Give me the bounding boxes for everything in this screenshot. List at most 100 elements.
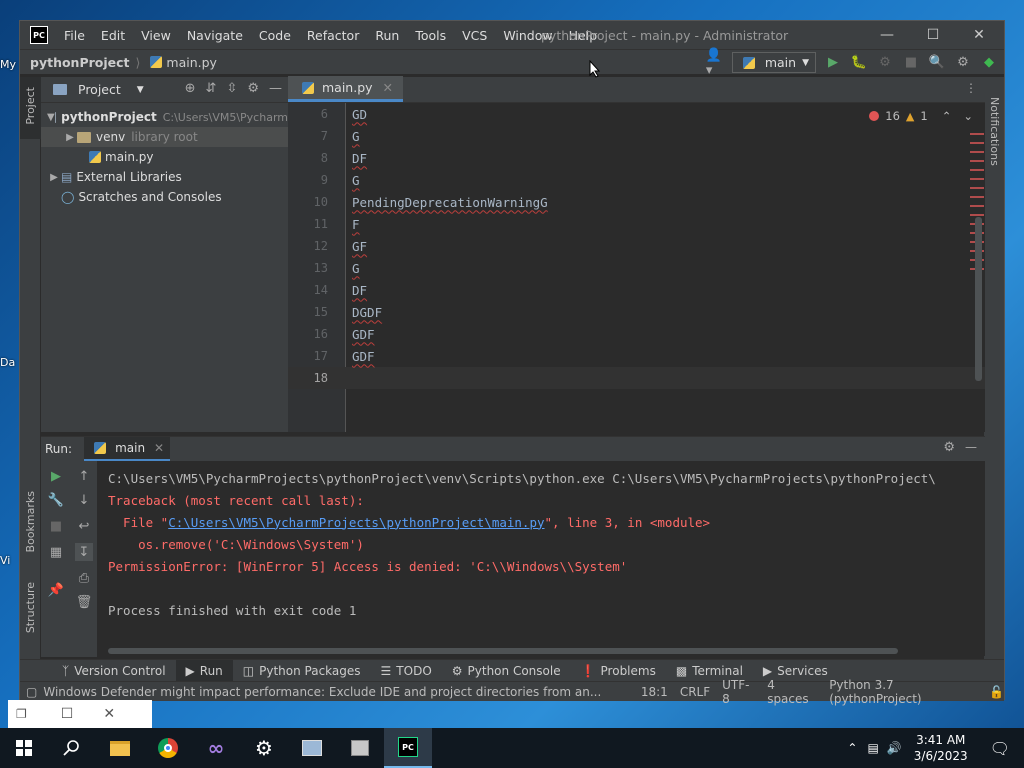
tab-todo[interactable]: ☰ TODO [371,660,442,682]
line-separator[interactable]: CRLF [680,685,710,699]
search-icon[interactable]: 🔍 [928,54,946,72]
code-line[interactable]: 17 GDF [288,345,985,367]
stop-icon[interactable]: ■ [902,54,920,72]
tab-problems[interactable]: ❗ Problems [571,660,666,682]
expand-all-icon[interactable]: ⇵ [206,81,217,96]
tree-row-main-file[interactable]: main.py [41,147,288,167]
scroll-to-end-icon[interactable]: ↧ [75,543,93,561]
hide-icon[interactable]: — [965,440,977,454]
menu-vcs[interactable]: VCS [454,28,495,43]
tab-python-packages[interactable]: ◫ Python Packages [233,660,371,682]
desktop-icon-label[interactable]: Da [0,356,18,369]
rerun-icon[interactable]: ▶ [47,467,65,485]
menu-view[interactable]: View [133,28,179,43]
gear-icon[interactable]: ⚙ [943,440,955,455]
code-line[interactable]: 8 DF [288,147,985,169]
pycharm-taskbar-button[interactable]: PC [384,728,432,768]
status-message[interactable]: Windows Defender might impact performanc… [43,685,601,699]
console-output[interactable]: C:\Users\VM5\PycharmProjects\pythonProje… [108,467,985,621]
caret-position[interactable]: 18:1 [641,685,668,699]
volume-icon[interactable]: 🔊 [887,741,902,755]
hide-icon[interactable]: — [269,81,282,96]
code-line[interactable]: 10 PendingDeprecationWarningG [288,191,985,213]
chevron-down-icon[interactable]: ⌄ [963,109,973,123]
close-tab-icon[interactable]: ✕ [383,80,393,95]
vertical-scrollbar[interactable] [975,217,982,381]
code-line[interactable]: 11 F [288,213,985,235]
restore-icon[interactable]: ❐ [16,707,27,721]
debug-icon[interactable]: 🐛 [850,54,868,72]
settings-gear-icon[interactable]: ⚙ [954,54,972,72]
console-scrollbar[interactable] [108,648,898,654]
status-toggle-icon[interactable]: ▢ [26,685,37,699]
close-tab-icon[interactable]: ✕ [154,441,164,455]
python-interpreter[interactable]: Python 3.7 (pythonProject) [829,678,981,706]
installer-button[interactable] [336,728,384,768]
run-icon[interactable]: ▶ [824,54,842,72]
stripe-notifications[interactable]: Notifications [988,97,1001,166]
down-arrow-icon[interactable]: ↓ [75,491,93,509]
code-line[interactable]: 16 GDF [288,323,985,345]
tree-row-external[interactable]: ▶ ▤ External Libraries [41,167,288,187]
soft-wrap-icon[interactable]: ↩ [75,517,93,535]
maximize-button[interactable]: ☐ [910,21,956,49]
close-icon[interactable]: ✕ [103,706,115,722]
chevron-up-icon[interactable]: ⌃ [942,109,952,123]
more-icon[interactable]: ⋮ [965,81,977,95]
file-encoding[interactable]: UTF-8 [722,678,755,706]
chevron-up-icon[interactable]: ⌃ [847,741,857,755]
up-arrow-icon[interactable]: ↑ [75,467,93,485]
chevron-right-icon[interactable]: ▶ [63,132,77,143]
code-line[interactable]: 9G [288,169,985,191]
desktop-icon-label[interactable]: Vi [0,554,18,567]
tree-row-venv[interactable]: ▶ venv library root [41,127,288,147]
code-line[interactable]: 14 DF [288,279,985,301]
app-button[interactable] [288,728,336,768]
traceback-file-link[interactable]: C:\Users\VM5\PycharmProjects\pythonProje… [168,515,544,530]
minimize-button[interactable]: — [864,21,910,49]
close-button[interactable]: ✕ [956,21,1002,49]
tab-run[interactable]: ▶ Run [175,659,233,682]
tab-main-py[interactable]: main.py ✕ [288,76,404,102]
chrome-button[interactable] [144,728,192,768]
print-icon[interactable]: ⎙ [75,569,93,587]
coverage-icon[interactable]: ⚙ [876,54,894,72]
code-line[interactable]: 7G [288,125,985,147]
stripe-bookmarks[interactable]: Bookmarks [24,491,37,552]
start-button[interactable] [0,728,48,768]
lock-icon[interactable]: 🔓 [989,685,1004,699]
stripe-project[interactable]: Project [24,87,37,125]
network-icon[interactable]: ▤ [867,741,878,755]
layout-icon[interactable]: ▦ [47,543,65,561]
locate-icon[interactable]: ⊕ [185,81,196,96]
wrench-icon[interactable]: 🔧 [47,491,65,509]
code-line[interactable]: 12 GF [288,235,985,257]
maximize-icon[interactable]: ☐ [61,706,74,722]
chevron-down-icon[interactable]: ▼ [47,112,55,123]
menu-refactor[interactable]: Refactor [299,28,367,43]
menu-code[interactable]: Code [251,28,299,43]
inspection-widget[interactable]: 16 ▲ 1 ⌃ ⌄ [869,109,973,123]
project-pane-title[interactable]: Project [78,82,121,97]
jetbrains-plugin-icon[interactable]: ◆ [980,54,998,72]
gear-icon[interactable]: ⚙ [247,81,259,96]
tab-python-console[interactable]: ⚙ Python Console [442,660,571,682]
visual-studio-button[interactable]: ∞ [192,728,240,768]
menu-tools[interactable]: Tools [407,28,454,43]
menu-file[interactable]: File [56,28,93,43]
stop-icon[interactable]: ■ [47,517,65,535]
tree-row-root[interactable]: ▼ pythonProject C:\Users\VM5\Pycharm [41,107,288,127]
settings-button[interactable]: ⚙ [240,728,288,768]
chevron-down-icon[interactable]: ▼ [137,85,144,95]
code-line[interactable]: 15 DGDF [288,301,985,323]
collapse-all-icon[interactable]: ⇳ [226,81,237,96]
trash-icon[interactable]: 🗑 [75,593,93,611]
file-explorer-button[interactable] [96,728,144,768]
run-configuration-select[interactable]: main ▼ [731,52,816,73]
desktop-icon-label[interactable]: My [0,58,18,71]
stripe-structure[interactable]: Structure [24,582,37,633]
user-icon[interactable]: 👤▾ [706,48,724,78]
code-line[interactable]: 13 G [288,257,985,279]
breadcrumb-file[interactable]: main.py [166,55,217,70]
menu-edit[interactable]: Edit [93,28,133,43]
